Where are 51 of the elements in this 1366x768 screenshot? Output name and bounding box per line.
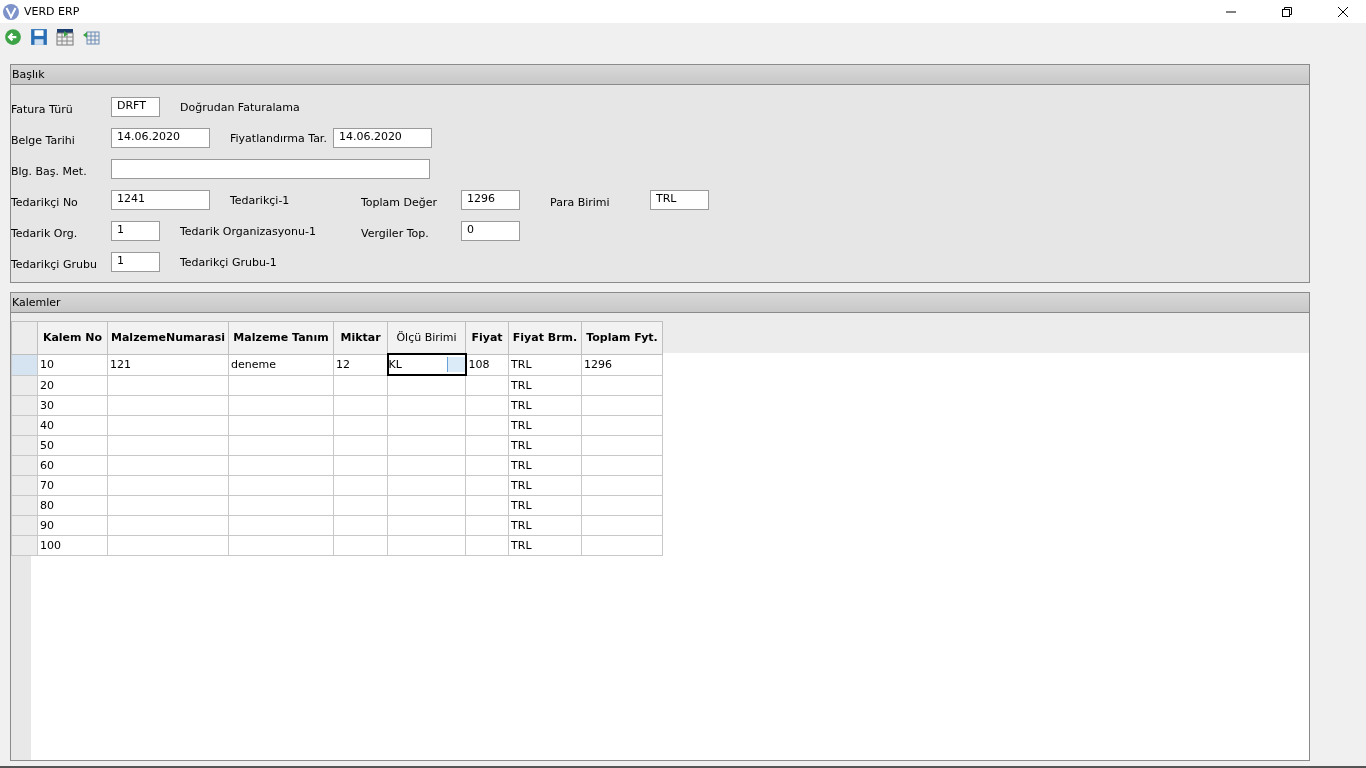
window-title: VERD ERP <box>24 5 80 18</box>
input-field[interactable]: 0 <box>461 221 520 241</box>
field-description: Fiyatlandırma Tar. <box>230 131 327 145</box>
row-header[interactable] <box>11 435 38 456</box>
restore-icon[interactable] <box>1282 6 1292 17</box>
field-label: Para Birimi <box>550 194 611 209</box>
row-header[interactable] <box>11 395 38 416</box>
row-header[interactable] <box>11 455 38 476</box>
input-field[interactable]: 1241 <box>111 190 210 210</box>
input-field[interactable]: 1296 <box>461 190 520 210</box>
panel-title: Kalemler <box>11 293 1309 313</box>
column-header[interactable]: Miktar <box>333 321 388 354</box>
input-field[interactable]: TRL <box>650 190 709 210</box>
row-header[interactable] <box>11 495 38 516</box>
input-field[interactable] <box>111 159 430 179</box>
column-header[interactable]: Kalem No <box>37 321 108 354</box>
row-header[interactable] <box>11 375 38 396</box>
field-label: Vergiler Top. <box>361 225 430 240</box>
field-label: Belge Tarihi <box>11 132 76 147</box>
column-header[interactable]: Toplam Fyt. <box>581 321 663 354</box>
field-label: Fatura Türü <box>11 101 74 116</box>
field-label: Toplam Değer <box>361 194 439 209</box>
row-header[interactable] <box>11 535 38 556</box>
close-icon[interactable] <box>1338 6 1348 17</box>
row-header[interactable] <box>11 475 38 496</box>
input-field[interactable]: 14.06.2020 <box>332 128 432 148</box>
field-description: Tedarikçi-1 <box>230 193 290 207</box>
row-header[interactable] <box>11 415 38 436</box>
field-description: Doğrudan Faturalama <box>180 100 300 114</box>
app-logo-icon <box>3 3 19 20</box>
column-header[interactable]: MalzemeNumarasi <box>107 321 229 354</box>
input-field[interactable]: 14.06.2020 <box>111 128 210 148</box>
field-description: Tedarik Organizasyonu-1 <box>180 224 316 238</box>
table-cell: KL <box>387 354 466 375</box>
column-header[interactable]: Fiyat <box>465 321 509 354</box>
field-description: Tedarikçi Grubu-1 <box>180 255 277 269</box>
input-field[interactable]: 1 <box>111 252 160 272</box>
column-header[interactable]: Fiyat Brm. <box>508 321 582 354</box>
column-header[interactable]: Ölçü Birimi <box>387 321 466 354</box>
save-icon[interactable] <box>30 28 48 46</box>
column-header[interactable]: Malzeme Tanım <box>228 321 334 354</box>
panel-title: Başlık <box>11 65 1309 85</box>
field-label: Tedarikçi Grubu <box>11 256 98 271</box>
row-header[interactable] <box>11 354 38 375</box>
input-field[interactable]: DRFT <box>111 97 160 117</box>
row-header[interactable] <box>11 515 38 536</box>
field-label: Tedarikçi No <box>11 194 79 209</box>
field-label: Blg. Baş. Met. <box>11 163 88 178</box>
table-arrow-icon[interactable] <box>56 28 74 46</box>
input-field[interactable]: 1 <box>111 221 160 241</box>
field-label: Tedarik Org. <box>11 225 79 240</box>
